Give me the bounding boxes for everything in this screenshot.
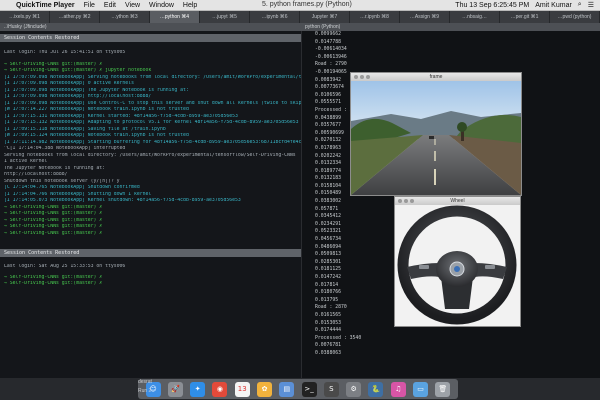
dock-label: desrat	[138, 379, 152, 385]
terminal-tab[interactable]: …ather.py ⌘2	[50, 11, 100, 23]
terminal-tab[interactable]: …ipynb ⌘6	[250, 11, 300, 23]
zoom-button[interactable]	[366, 75, 370, 79]
close-button[interactable]	[398, 199, 402, 203]
session-restored-banner-2: Session Contents Restored	[0, 249, 301, 257]
terminal-tab-bar: …ixels.py ⌘1 …ather.py ⌘2 …ython ⌘3 …python…	[0, 11, 600, 23]
folder-icon[interactable]: ▭	[413, 381, 429, 397]
window-title: 5. python frames.py (Python)	[262, 1, 352, 8]
settings-icon[interactable]: ⚙	[346, 381, 362, 397]
app-menu[interactable]: QuickTime Player	[16, 2, 75, 9]
frame-window-titlebar[interactable]: frame	[351, 73, 521, 81]
dock-shelf: ☺ 🚀 ✦ ◉ 13 ✿ ▤ >_ S ⚙ 🐍 ♫ ▭ 🗑	[138, 379, 458, 399]
prompt-line-current[interactable]: → Self-Driving-CNNs git:(master) ✗	[0, 281, 301, 288]
terminal-tab[interactable]: …r.ipynb ⌘8	[350, 11, 400, 23]
dock-label-2: Run 2	[138, 388, 152, 394]
terminal-tab[interactable]: …ixels.py ⌘1	[0, 11, 50, 23]
clock[interactable]: Thu 13 Sep 6:25:45 PM	[455, 2, 529, 9]
road-frame-image	[351, 81, 521, 195]
session-restored-banner: Session Contents Restored	[0, 34, 301, 42]
menu-file[interactable]: File	[84, 2, 95, 9]
output-line: -0.00614034	[315, 47, 347, 53]
preview-icon[interactable]: ▤	[279, 381, 295, 397]
wheel-window-title: Wheel	[450, 198, 465, 204]
wheel-window-titlebar[interactable]: Wheel	[395, 197, 520, 205]
zoom-button[interactable]	[410, 199, 414, 203]
menu-help[interactable]: Help	[183, 2, 197, 9]
menu-view[interactable]: View	[125, 2, 140, 9]
terminal-icon[interactable]: >_	[301, 381, 317, 397]
safari-icon[interactable]: ✦	[190, 381, 206, 397]
left-terminal-pane[interactable]: Session Contents Restored Last login: Th…	[0, 31, 301, 378]
trash-icon[interactable]: 🗑	[435, 381, 451, 397]
launchpad-icon[interactable]: 🚀	[167, 381, 183, 397]
output-line: 0.0388063	[315, 350, 341, 356]
output-line: 0.0076781	[315, 343, 341, 349]
user-name[interactable]: Amit Kumar	[535, 2, 572, 9]
itunes-icon[interactable]: ♫	[390, 381, 406, 397]
photos-icon[interactable]: ✿	[257, 381, 273, 397]
left-pane-title: ..\Husky (Jfinclude)	[0, 23, 301, 31]
calendar-icon[interactable]: 13	[234, 381, 250, 397]
terminal-tab[interactable]: …ython ⌘3	[100, 11, 150, 23]
output-line: Processed : 3540	[315, 335, 362, 341]
terminal-output: → Self-Driving-CNNs git:(master) ✗ → Self…	[0, 62, 301, 238]
output-line: 0.0147788	[315, 39, 341, 45]
terminal-tab[interactable]: …nbsaig…	[450, 11, 500, 23]
output-line: Road : 2790	[315, 62, 347, 68]
log-line: [I 17:07:15.132 NotebookApp] Adapting to…	[4, 120, 299, 125]
terminal-tab[interactable]: …pwd (python)	[550, 11, 600, 23]
frame-window[interactable]: frame	[350, 72, 522, 196]
menu-window[interactable]: Window	[149, 2, 174, 9]
minimize-button[interactable]	[404, 199, 408, 203]
terminal-tab[interactable]: …Assign ⌘9	[400, 11, 450, 23]
output-line: 0.0099662	[315, 32, 341, 37]
right-pane-title: python (Python)	[301, 23, 600, 31]
close-button[interactable]	[354, 75, 358, 79]
chrome-icon[interactable]: ◉	[212, 381, 228, 397]
terminal-tab[interactable]: …per.git ⌘1	[500, 11, 550, 23]
minimize-button[interactable]	[360, 75, 364, 79]
menu-bar: QuickTime Player File Edit View Window H…	[0, 0, 600, 11]
dock: ☺ 🚀 ✦ ◉ 13 ✿ ▤ >_ S ⚙ 🐍 ♫ ▭ 🗑 desrat Run 2	[0, 378, 600, 400]
sublime-icon[interactable]: S	[323, 381, 339, 397]
output-line: -0.00613946	[315, 54, 347, 60]
terminal-tab[interactable]: …jupyt ⌘5	[200, 11, 250, 23]
steering-wheel-icon	[397, 205, 517, 325]
menu-edit[interactable]: Edit	[104, 2, 116, 9]
terminal-tab[interactable]: Jupyter ⌘7	[300, 11, 350, 23]
search-icon[interactable]: ⌕	[578, 1, 582, 9]
frame-window-title: frame	[429, 74, 443, 80]
menu-list-icon[interactable]: ☰	[588, 1, 594, 9]
wheel-window[interactable]: Wheel	[394, 196, 521, 327]
terminal-tab[interactable]: …python ⌘4	[150, 11, 200, 23]
python-icon[interactable]: 🐍	[368, 381, 384, 397]
